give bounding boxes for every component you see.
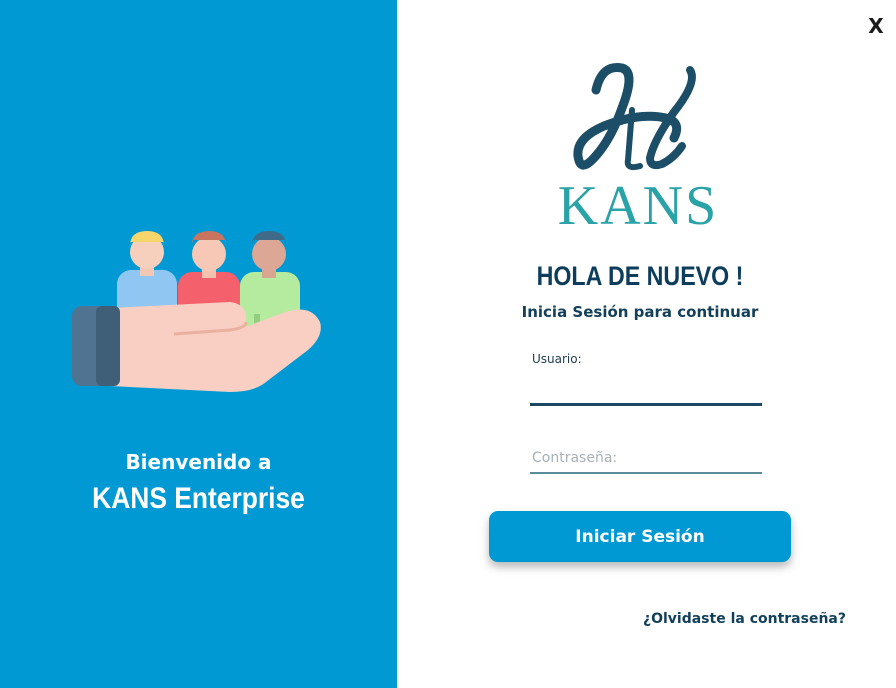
greeting-heading: HOLA DE NUEVO !	[536, 261, 744, 291]
brand-logo-text: KANS	[557, 175, 719, 237]
forgot-password-link[interactable]: ¿Olvidaste la contraseña?	[640, 611, 846, 627]
login-subtitle: Inicia Sesión para continuar	[521, 303, 759, 321]
login-button[interactable]: Iniciar Sesión	[489, 511, 791, 562]
company-name: KANS Enterprise	[92, 482, 305, 515]
hand-holding-people-icon	[72, 231, 321, 392]
kans-h-monogram-icon	[573, 62, 696, 171]
welcome-text: Bienvenido a	[125, 450, 272, 474]
welcome-panel: Bienvenido a KANS Enterprise	[0, 0, 397, 688]
close-button[interactable]: X	[864, 14, 888, 40]
username-input[interactable]	[530, 370, 762, 406]
password-input[interactable]	[530, 444, 762, 474]
username-label: Usuario:	[532, 352, 582, 366]
